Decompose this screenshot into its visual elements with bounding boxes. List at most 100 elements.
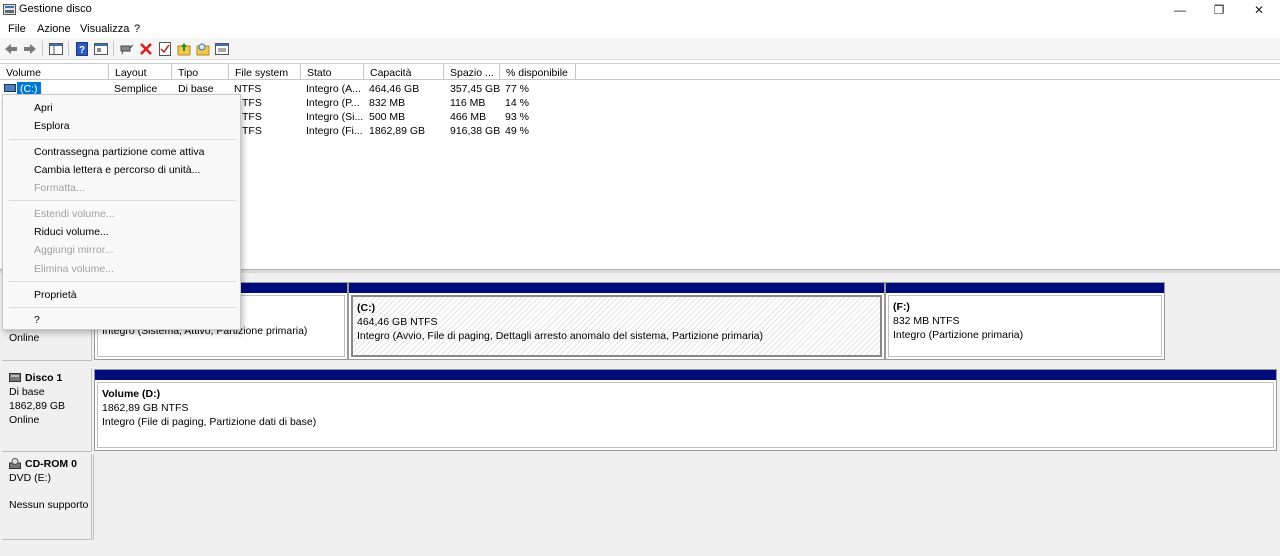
toolbar-separator: [113, 41, 114, 56]
partition-body: (F:) 832 MB NTFS Integro (Partizione pri…: [888, 295, 1162, 357]
partition-status: Integro (Avvio, File di paging, Dettagli…: [357, 330, 763, 342]
column-header-capacita[interactable]: Capacità: [364, 64, 444, 80]
partition-c[interactable]: (C:) 464,46 GB NTFS Integro (Avvio, File…: [348, 282, 885, 360]
column-header-volume[interactable]: Volume: [0, 64, 109, 80]
forward-icon[interactable]: [22, 41, 38, 56]
export-list-icon[interactable]: [214, 41, 230, 56]
back-icon[interactable]: [3, 41, 19, 56]
column-header-stato[interactable]: Stato: [301, 64, 364, 80]
cell-spazio: 357,45 GB: [450, 83, 501, 95]
cell-perc: 49 %: [505, 125, 529, 137]
cell-fs: TFS: [242, 97, 262, 109]
menu-item-formatta: Formatta...: [34, 182, 85, 194]
svg-text:?: ?: [79, 45, 85, 56]
connect-icon[interactable]: [119, 41, 135, 56]
cell-capacita: 832 MB: [369, 97, 406, 109]
help-icon[interactable]: ?: [74, 41, 90, 56]
menu-separator: [9, 139, 236, 140]
cell-perc: 14 %: [505, 97, 529, 109]
menu-item-cambia-lettera[interactable]: Cambia lettera e percorso di unità...: [3, 161, 242, 178]
cdrom-empty-area: [93, 454, 1280, 540]
cell-stato: Integro (P...: [306, 97, 360, 109]
context-menu: Apri Esplora Contrassegna partizione com…: [2, 94, 241, 330]
cdrom0-label[interactable]: CD-ROM 0 DVD (E:) Nessun supporto: [2, 454, 92, 540]
cdrom0-name: CD-ROM 0: [25, 458, 77, 470]
partition-size: 464,46 GB NTFS: [357, 316, 438, 328]
title-bar: Gestione disco — ❐ ✕: [0, 0, 1280, 20]
cell-capacita: 464,46 GB: [369, 83, 420, 95]
menu-item-estendi-volume: Estendi volume...: [34, 208, 115, 220]
cell-fs: TFS: [242, 125, 262, 137]
toolbar: ?: [0, 38, 1280, 60]
window-title: Gestione disco: [19, 3, 92, 15]
disk1-type: Di base: [9, 386, 45, 398]
cell-spazio: 916,38 GB: [450, 125, 501, 137]
cdrom0-type: DVD (E:): [9, 472, 51, 484]
menu-separator: [9, 307, 236, 308]
disk-management-icon: [3, 4, 16, 15]
cell-capacita: 500 MB: [369, 111, 406, 123]
menu-bar: File Azione Visualizza ?: [0, 20, 1280, 38]
partition-name: (C:): [357, 302, 376, 314]
disk-icon: [9, 373, 21, 382]
menu-visualizza[interactable]: Visualizza: [80, 23, 129, 35]
disk0-status: Online: [9, 332, 40, 344]
menu-item-apri[interactable]: Apri: [3, 99, 242, 116]
maximize-button[interactable]: ❐: [1199, 0, 1239, 20]
column-header-percentuale[interactable]: % disponibile: [500, 64, 576, 80]
cell-stato: Integro (Fi...: [306, 125, 363, 137]
disk1-name: Disco 1: [25, 372, 63, 384]
partition-status: Integro (File di paging, Partizione dati…: [102, 416, 317, 428]
cdrom-icon: [9, 458, 21, 469]
close-button[interactable]: ✕: [1239, 0, 1279, 20]
partition-d[interactable]: Volume (D:) 1862,89 GB NTFS Integro (Fil…: [94, 369, 1277, 451]
cell-spazio: 116 MB: [450, 97, 486, 109]
partition-bar: [886, 283, 1164, 293]
cell-spazio: 466 MB: [450, 111, 487, 123]
cell-stato: Integro (A...: [306, 83, 361, 95]
cell-perc: 77 %: [505, 83, 529, 95]
menu-item-riduci-volume[interactable]: Riduci volume...: [3, 223, 242, 240]
cdrom0-status: Nessun supporto: [9, 499, 89, 511]
partition-f[interactable]: (F:) 832 MB NTFS Integro (Partizione pri…: [885, 282, 1165, 360]
toolbar-separator: [42, 41, 43, 56]
properties-icon[interactable]: [93, 41, 109, 56]
partition-name: (F:): [893, 301, 910, 313]
column-header-layout[interactable]: Layout: [109, 64, 172, 80]
menu-help[interactable]: ?: [134, 23, 140, 35]
column-header-spazio[interactable]: Spazio ...: [444, 64, 500, 80]
column-header-tipo[interactable]: Tipo: [172, 64, 229, 80]
partition-size: 832 MB NTFS: [893, 315, 960, 327]
partition-body: Volume (D:) 1862,89 GB NTFS Integro (Fil…: [97, 382, 1274, 448]
partition-name: Volume (D:): [102, 388, 161, 400]
disk1-status: Online: [9, 414, 40, 426]
disk1-size: 1862,89 GB: [9, 400, 66, 412]
menu-azione[interactable]: Azione: [37, 23, 71, 35]
menu-item-contrassegna-attiva[interactable]: Contrassegna partizione come attiva: [3, 143, 242, 160]
volume-icon: [4, 84, 16, 92]
menu-item-help[interactable]: ?: [3, 311, 242, 328]
checklist-icon[interactable]: [157, 41, 173, 56]
search-folder-icon[interactable]: [195, 41, 211, 56]
menu-item-aggiungi-mirror: Aggiungi mirror...: [34, 244, 114, 256]
partition-bar: [349, 283, 884, 293]
cell-fs: TFS: [242, 111, 262, 123]
toolbar-separator: [68, 41, 69, 56]
minimize-button[interactable]: —: [1160, 0, 1200, 20]
menu-separator: [9, 281, 236, 282]
menu-file[interactable]: File: [8, 23, 26, 35]
up-folder-icon[interactable]: [176, 41, 192, 56]
cell-capacita: 1862,89 GB: [369, 125, 426, 137]
list-header: Volume Layout Tipo File system Stato Cap…: [0, 64, 1280, 80]
partition-body: (C:) 464,46 GB NTFS Integro (Avvio, File…: [351, 295, 882, 357]
column-header-filler: [576, 64, 1280, 80]
menu-item-proprieta[interactable]: Proprietà: [3, 286, 242, 303]
delete-icon[interactable]: [138, 41, 154, 56]
console-tree-icon[interactable]: [48, 41, 64, 56]
disk1-label[interactable]: Disco 1 Di base 1862,89 GB Online: [2, 368, 92, 452]
menu-item-esplora[interactable]: Esplora: [3, 117, 242, 134]
partition-bar: [95, 370, 1276, 380]
column-header-file-system[interactable]: File system: [229, 64, 301, 80]
cell-perc: 93 %: [505, 111, 529, 123]
partition-status: Integro (Partizione primaria): [893, 329, 1024, 341]
